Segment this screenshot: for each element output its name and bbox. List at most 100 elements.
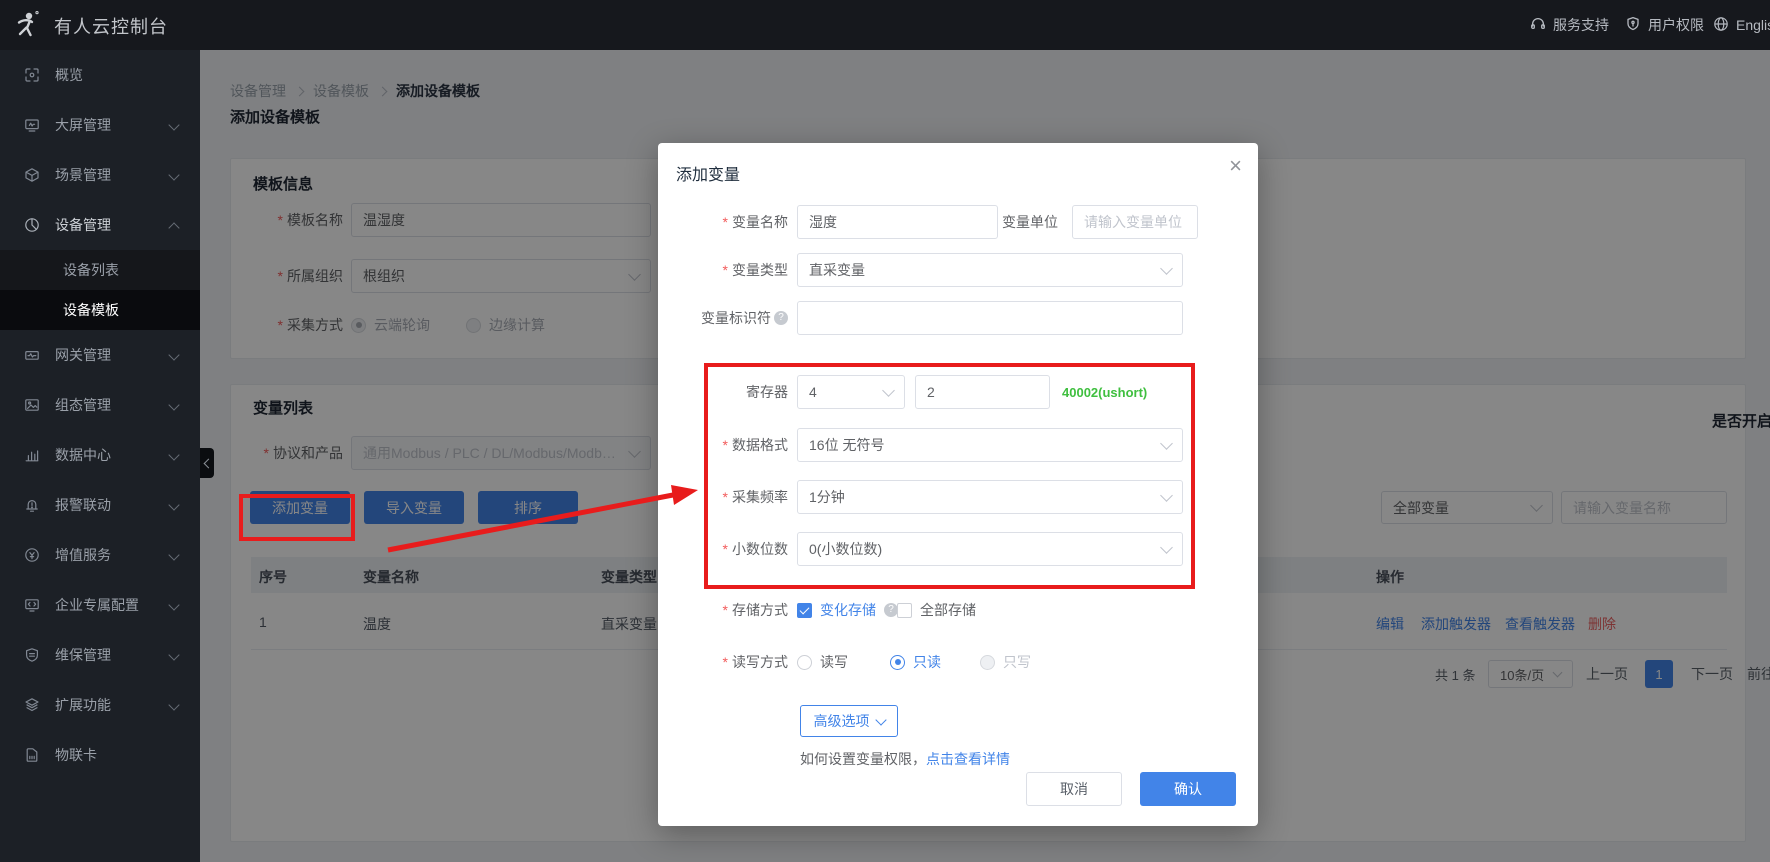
checkbox-unchecked-icon[interactable] <box>897 603 912 618</box>
register-type-select[interactable]: 4 <box>797 375 905 409</box>
register-address-hint: 40002(ushort) <box>1062 385 1147 400</box>
sidebar-item-label: 设备管理 <box>55 215 111 235</box>
rw-option-writeonly: 只写 <box>980 645 1031 679</box>
device-mgmt-submenu: 设备列表 设备模板 <box>0 250 200 330</box>
sidebar-item-label: 维保管理 <box>55 645 111 665</box>
sim-card-icon <box>24 747 40 763</box>
sidebar-subitem-label: 设备模板 <box>63 302 119 318</box>
language-switch-link[interactable]: English <box>1713 0 1770 50</box>
cancel-button[interactable]: 取消 <box>1026 772 1122 806</box>
checkbox-checked-icon[interactable] <box>797 603 812 618</box>
modal-title: 添加变量 <box>676 161 740 185</box>
sidebar-item-gateway-mgmt[interactable]: 网关管理 <box>0 330 200 380</box>
advanced-options-button[interactable]: 高级选项 <box>800 705 898 737</box>
close-icon[interactable] <box>1229 155 1242 177</box>
sidebar-item-label: 增值服务 <box>55 545 111 565</box>
user-permission-link[interactable]: 用户权限 <box>1625 0 1704 50</box>
variable-type-select[interactable]: 直采变量 <box>797 253 1183 287</box>
data-format-value: 16位 无符号 <box>809 435 884 455</box>
chevron-down-icon <box>168 119 179 130</box>
sidebar-item-extensions[interactable]: 扩展功能 <box>0 680 200 730</box>
brand-logo-icon <box>13 10 41 43</box>
language-label: English <box>1736 17 1770 33</box>
variable-name-input[interactable] <box>797 205 998 239</box>
permission-help-text: 如何设置变量权限，点击查看详情 <box>800 749 1010 769</box>
alarm-bell-icon <box>24 497 40 513</box>
sidebar-item-value-added[interactable]: 增值服务 <box>0 530 200 580</box>
overview-icon <box>24 67 40 83</box>
storage-change-label: 变化存储 <box>820 600 876 620</box>
sidebar-subitem-label: 设备列表 <box>63 262 119 278</box>
variable-identifier-input[interactable] <box>797 301 1183 335</box>
service-support-link[interactable]: 服务支持 <box>1530 0 1609 50</box>
radio-unselected-icon[interactable] <box>797 655 812 670</box>
variable-identifier-label: 变量标识符 <box>658 301 788 335</box>
view-details-link[interactable]: 点击查看详情 <box>926 751 1010 767</box>
layers-icon <box>24 697 40 713</box>
sidebar-item-iot-card[interactable]: 物联卡 <box>0 730 200 780</box>
sidebar-collapse-handle[interactable] <box>200 448 214 478</box>
chevron-down-icon <box>168 449 179 460</box>
help-question-icon[interactable] <box>774 311 788 325</box>
storage-all-label: 全部存储 <box>920 600 976 620</box>
value-service-icon <box>24 547 40 563</box>
sidebar-item-overview[interactable]: 概览 <box>0 50 200 100</box>
sidebar-item-label: 物联卡 <box>55 745 97 765</box>
chevron-down-icon <box>168 599 179 610</box>
variable-unit-input[interactable] <box>1072 205 1198 239</box>
big-screen-icon <box>24 117 40 133</box>
sidebar-item-scene-mgmt[interactable]: 场景管理 <box>0 150 200 200</box>
variable-type-label: 变量类型 <box>658 253 788 287</box>
rw-option-readonly[interactable]: 只读 <box>890 645 941 679</box>
monitor-code-icon <box>24 597 40 613</box>
sidebar-item-device-mgmt[interactable]: 设备管理 <box>0 200 200 250</box>
shield-icon <box>1625 16 1641 35</box>
storage-change-option[interactable]: 变化存储 <box>797 593 898 627</box>
sidebar-item-alarm-linkage[interactable]: 报警联动 <box>0 480 200 530</box>
sidebar-nav: 概览 大屏管理 场景管理 设备管理 设备列表 设备模板 网关管理 组态管理 数据… <box>0 50 200 862</box>
bar-chart-icon <box>24 447 40 463</box>
collect-frequency-select[interactable]: 1分钟 <box>797 480 1183 514</box>
cube-icon <box>24 167 40 183</box>
service-support-label: 服务支持 <box>1553 15 1609 35</box>
sidebar-item-label: 概览 <box>55 65 83 85</box>
sidebar-item-device-template[interactable]: 设备模板 <box>0 290 200 330</box>
radio-selected-icon[interactable] <box>890 655 905 670</box>
sidebar-item-label: 场景管理 <box>55 165 111 185</box>
chevron-down-icon <box>875 714 886 725</box>
rw-method-label: 读写方式 <box>658 645 788 679</box>
sidebar-item-maintenance[interactable]: 维保管理 <box>0 630 200 680</box>
radio-disabled-icon <box>980 655 995 670</box>
chevron-down-icon <box>1160 489 1173 502</box>
top-bar: 有人云控制台 服务支持 用户权限 <box>0 0 1770 50</box>
sidebar-item-enterprise-config[interactable]: 企业专属配置 <box>0 580 200 630</box>
decimal-places-value: 0(小数位数) <box>809 539 882 559</box>
variable-name-label: 变量名称 <box>658 205 788 239</box>
sidebar-item-device-list[interactable]: 设备列表 <box>0 250 200 290</box>
confirm-button[interactable]: 确认 <box>1140 772 1236 806</box>
sidebar-item-label: 网关管理 <box>55 345 111 365</box>
add-variable-modal: 添加变量 变量名称 变量单位 变量类型 直采变量 变量标识符 寄存器 4 400… <box>658 143 1258 826</box>
sidebar-item-data-center[interactable]: 数据中心 <box>0 430 200 480</box>
user-permission-label: 用户权限 <box>1648 15 1704 35</box>
storage-all-option[interactable]: 全部存储 <box>897 593 976 627</box>
chevron-left-icon <box>203 458 213 468</box>
sidebar-item-scada-mgmt[interactable]: 组态管理 <box>0 380 200 430</box>
chevron-down-icon <box>168 499 179 510</box>
help-question-icon[interactable] <box>884 603 898 617</box>
rw-option-readwrite[interactable]: 读写 <box>797 645 848 679</box>
decimal-places-select[interactable]: 0(小数位数) <box>797 532 1183 566</box>
chevron-down-icon <box>168 549 179 560</box>
sidebar-item-screen-mgmt[interactable]: 大屏管理 <box>0 100 200 150</box>
collect-frequency-label: 采集频率 <box>658 480 788 514</box>
decimal-places-label: 小数位数 <box>658 532 788 566</box>
chevron-down-icon <box>168 399 179 410</box>
sidebar-item-label: 组态管理 <box>55 395 111 415</box>
picture-icon <box>24 397 40 413</box>
app-title: 有人云控制台 <box>54 13 168 39</box>
sidebar-item-label: 扩展功能 <box>55 695 111 715</box>
register-label: 寄存器 <box>658 375 788 409</box>
globe-icon <box>1713 16 1729 35</box>
data-format-select[interactable]: 16位 无符号 <box>797 428 1183 462</box>
register-address-input[interactable] <box>915 375 1050 409</box>
